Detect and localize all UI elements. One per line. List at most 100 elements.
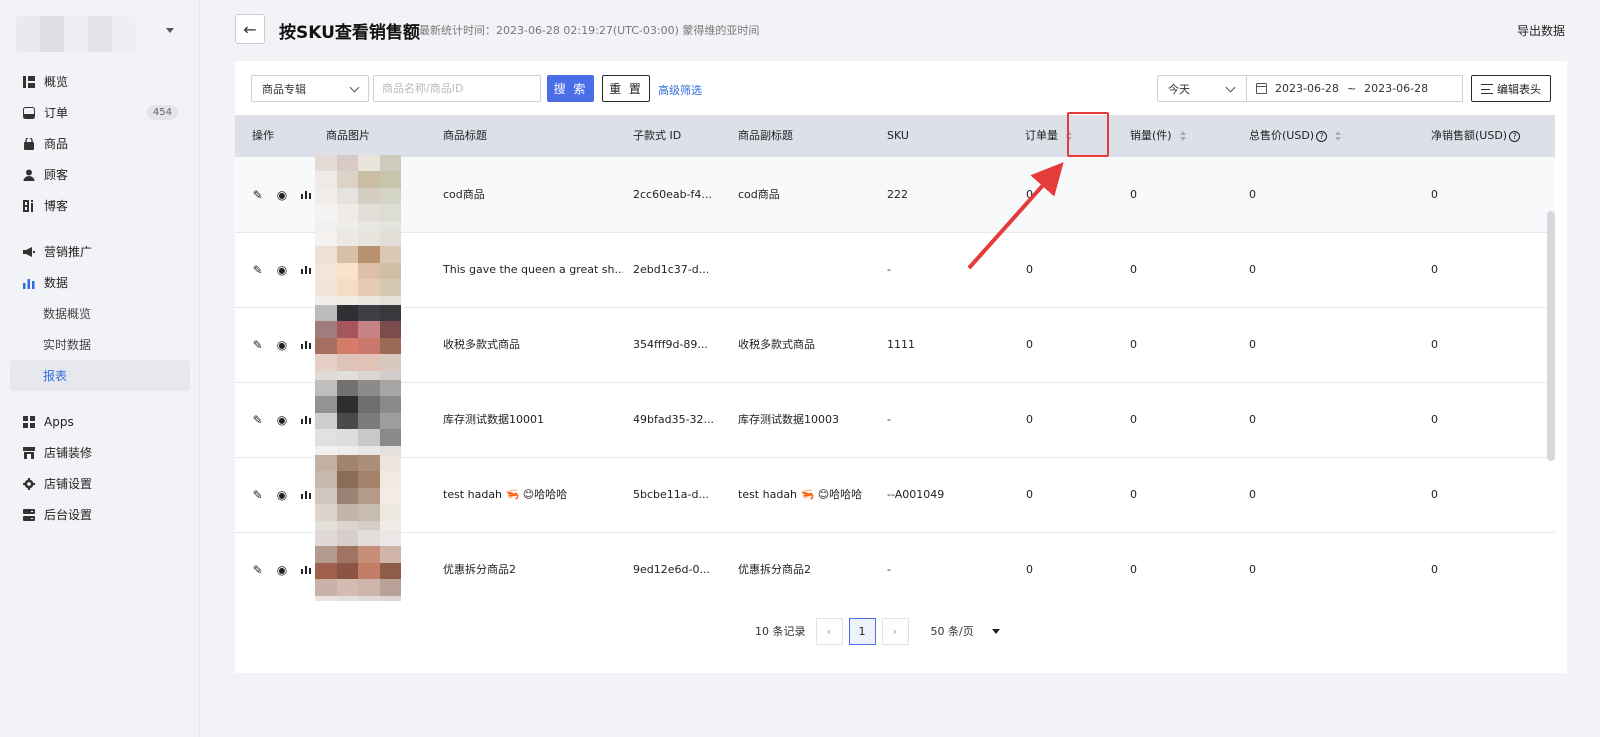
next-page-button[interactable]: › bbox=[881, 617, 909, 645]
chart-icon[interactable] bbox=[301, 489, 312, 502]
cell-title: This gave the queen a great sh... bbox=[443, 263, 623, 276]
back-button[interactable]: ← bbox=[235, 14, 265, 44]
page-size-select[interactable]: 50 条/页 bbox=[931, 623, 1000, 639]
column-gross-label: 总售价(USD) bbox=[1249, 129, 1315, 142]
sidebar-item-label: 营销推广 bbox=[44, 245, 93, 259]
column-net[interactable]: 净销售额(USD)? bbox=[1431, 115, 1521, 157]
advanced-filter-link[interactable]: 高级筛选 bbox=[658, 82, 702, 98]
sidebar-subitem-reports[interactable]: 报表 bbox=[10, 360, 190, 391]
cell-sku: --A001049 bbox=[887, 488, 945, 501]
chart-icon[interactable] bbox=[301, 264, 312, 277]
sidebar-subitem-data-overview[interactable]: 数据概览 bbox=[10, 298, 190, 329]
view-icon[interactable]: ◉ bbox=[276, 413, 287, 427]
collection-filter-select[interactable]: 商品专辑 bbox=[251, 75, 369, 102]
cell-gross: 0 bbox=[1249, 563, 1256, 576]
view-icon[interactable]: ◉ bbox=[276, 488, 287, 502]
product-image bbox=[315, 230, 401, 312]
prev-page-button[interactable]: ‹ bbox=[815, 617, 843, 645]
edit-columns-button[interactable]: 编辑表头 bbox=[1471, 75, 1551, 102]
edit-icon[interactable]: ✎ bbox=[252, 338, 263, 352]
cell-orders: 0 bbox=[1026, 188, 1033, 201]
sidebar-subitem-realtime[interactable]: 实时数据 bbox=[10, 329, 190, 360]
row-actions: ✎ ◉ bbox=[252, 487, 312, 503]
store-settings-icon bbox=[22, 477, 36, 491]
column-subtitle: 商品副标题 bbox=[738, 129, 793, 142]
sidebar-item-overview[interactable]: 概览 bbox=[10, 66, 190, 97]
table-row: ✎ ◉ test hadah 🦐 😊哈哈哈 5bcbe11a-d... test… bbox=[235, 455, 1555, 537]
cell-title: cod商品 bbox=[443, 188, 485, 201]
cell-sku: - bbox=[887, 563, 891, 576]
cell-orders: 0 bbox=[1026, 338, 1033, 351]
row-actions: ✎ ◉ bbox=[252, 187, 312, 203]
order-icon bbox=[22, 106, 36, 120]
sidebar-item-store-settings[interactable]: 店铺设置 bbox=[10, 468, 190, 499]
edit-icon[interactable]: ✎ bbox=[252, 488, 263, 502]
cell-net: 0 bbox=[1431, 563, 1438, 576]
sidebar-item-products[interactable]: 商品 bbox=[10, 128, 190, 159]
chart-icon[interactable] bbox=[301, 564, 312, 577]
table-row: ✎ ◉ This gave the queen a great sh... 2e… bbox=[235, 230, 1555, 312]
sidebar-item-apps[interactable]: Apps bbox=[10, 406, 190, 437]
edit-icon[interactable]: ✎ bbox=[252, 413, 263, 427]
search-button[interactable]: 搜 索 bbox=[547, 75, 594, 102]
cell-subtitle bbox=[738, 232, 883, 308]
edit-icon[interactable]: ✎ bbox=[252, 188, 263, 202]
table-row: ✎ ◉ 库存测试数据10001 49bfad35-32... 库存测试数据100… bbox=[235, 380, 1555, 462]
export-data-link[interactable]: 导出数据 bbox=[1517, 22, 1565, 39]
store-switcher[interactable] bbox=[16, 16, 186, 52]
cell-title: 收税多款式商品 bbox=[443, 338, 520, 351]
column-title: 商品标题 bbox=[443, 129, 487, 142]
cell-gross: 0 bbox=[1249, 263, 1256, 276]
cell-variant-id: 49bfad35-32... bbox=[633, 413, 715, 426]
date-picker[interactable]: 2023-06-28 ~ 2023-06-28 bbox=[1246, 75, 1463, 102]
date-to: 2023-06-28 bbox=[1364, 82, 1429, 95]
view-icon[interactable]: ◉ bbox=[276, 338, 287, 352]
view-icon[interactable]: ◉ bbox=[276, 188, 287, 202]
collection-filter-value: 商品专辑 bbox=[262, 82, 306, 96]
sort-icon[interactable] bbox=[1335, 131, 1342, 141]
cell-subtitle: cod商品 bbox=[738, 188, 780, 201]
sort-icon[interactable] bbox=[1179, 131, 1186, 141]
chart-icon[interactable] bbox=[301, 189, 312, 202]
view-icon[interactable]: ◉ bbox=[276, 263, 287, 277]
column-gross[interactable]: 总售价(USD)? bbox=[1249, 115, 1342, 157]
sidebar-item-admin-settings[interactable]: 后台设置 bbox=[10, 499, 190, 530]
admin-settings-icon bbox=[22, 508, 36, 522]
vertical-scrollbar[interactable] bbox=[1547, 211, 1555, 461]
chevron-down-icon bbox=[166, 28, 174, 33]
sidebar-item-store-decor[interactable]: 店铺装修 bbox=[10, 437, 190, 468]
view-icon[interactable]: ◉ bbox=[276, 563, 287, 577]
sidebar-item-data[interactable]: 数据 bbox=[10, 267, 190, 298]
help-icon[interactable]: ? bbox=[1316, 130, 1328, 142]
sidebar-item-marketing[interactable]: 营销推广 bbox=[10, 236, 190, 267]
chart-icon[interactable] bbox=[301, 414, 312, 427]
edit-icon[interactable]: ✎ bbox=[252, 563, 263, 577]
cell-quantity: 0 bbox=[1130, 488, 1137, 501]
reset-button[interactable]: 重 置 bbox=[602, 75, 650, 102]
date-range-select[interactable]: 今天 bbox=[1157, 75, 1247, 102]
page-number-button[interactable]: 1 bbox=[848, 617, 876, 645]
row-actions: ✎ ◉ bbox=[252, 562, 312, 578]
cell-orders: 0 bbox=[1026, 563, 1033, 576]
report-card: 商品专辑 搜 索 重 置 高级筛选 今天 2023-06-28 ~ 2023-0… bbox=[235, 61, 1567, 673]
cell-sku: 222 bbox=[887, 188, 908, 201]
chevron-right-icon: › bbox=[892, 624, 898, 638]
sidebar-item-customers[interactable]: 顾客 bbox=[10, 159, 190, 190]
cell-net: 0 bbox=[1431, 413, 1438, 426]
edit-icon[interactable]: ✎ bbox=[252, 263, 263, 277]
cell-orders: 0 bbox=[1026, 413, 1033, 426]
apps-icon bbox=[22, 415, 36, 429]
sidebar: 概览 订单 454 商品 顾客 博客 营销推广 数据 数据概览 实时数据 报表 … bbox=[0, 0, 200, 737]
help-icon[interactable]: ? bbox=[1509, 130, 1521, 142]
sidebar-item-label: 店铺设置 bbox=[44, 477, 93, 491]
column-quantity[interactable]: 销量(件) bbox=[1130, 115, 1186, 157]
sidebar-item-orders[interactable]: 订单 454 bbox=[10, 97, 190, 128]
cell-net: 0 bbox=[1431, 263, 1438, 276]
pagination: 10 条记录 ‹ 1 › 50 条/页 bbox=[755, 617, 1000, 645]
chart-icon[interactable] bbox=[301, 339, 312, 352]
search-input[interactable] bbox=[373, 75, 541, 102]
sidebar-item-blog[interactable]: 博客 bbox=[10, 190, 190, 221]
page-header: ← 按SKU查看销售额 最新统计时间：2023-06-28 02:19:27(U… bbox=[235, 14, 1565, 44]
column-orders[interactable]: 订单量 bbox=[1025, 115, 1072, 157]
cell-variant-id: 354fff9d-89... bbox=[633, 338, 708, 351]
